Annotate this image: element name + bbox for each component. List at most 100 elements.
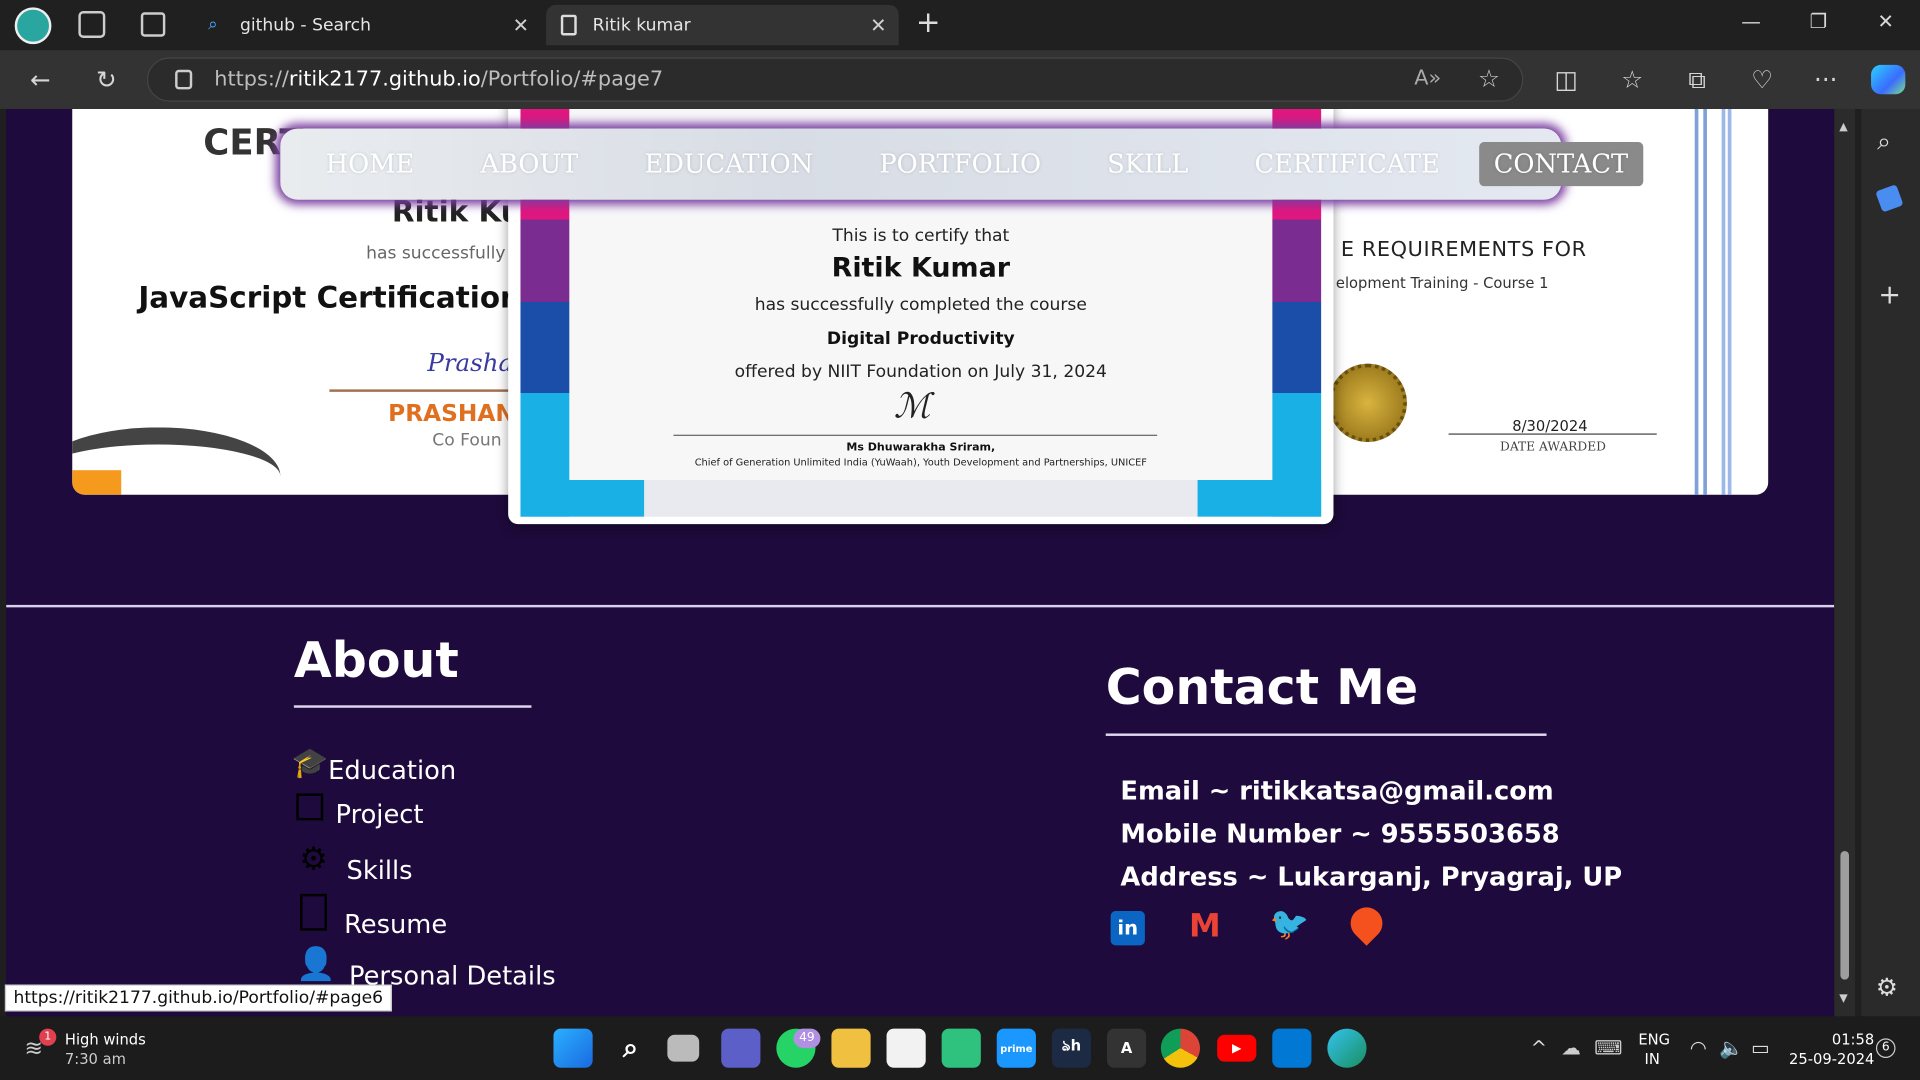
youtube-icon[interactable]: ▶ xyxy=(1217,1034,1257,1062)
copilot-icon[interactable] xyxy=(1871,64,1906,95)
footer-divider xyxy=(6,604,1835,608)
certificate-line: has successfully xyxy=(366,243,506,264)
dh-app-icon[interactable]: ঌh xyxy=(1051,1028,1092,1068)
document-icon xyxy=(300,893,327,931)
page-content: CERT Ritik Ku has successfully JavaScrip… xyxy=(6,108,1835,1017)
chrome-icon[interactable] xyxy=(1160,1028,1201,1068)
profile-icon[interactable] xyxy=(14,7,52,45)
refresh-icon[interactable]: ↻ xyxy=(88,62,125,96)
cert-course-text: elopment Training - Course 1 xyxy=(1335,274,1549,292)
weather-widget[interactable]: ≋ 1 High winds 7:30 am xyxy=(24,1028,171,1071)
page-scrollbar[interactable]: ▲ ▼ xyxy=(1834,108,1856,1017)
cert-recipient-name: Ritik Kumar xyxy=(831,253,1011,285)
tab-ritik-kumar[interactable]: Ritik kumar ✕ xyxy=(546,4,899,46)
nav-contact[interactable]: CONTACT xyxy=(1479,142,1643,187)
close-window-button[interactable]: ✕ xyxy=(1861,10,1910,33)
contact-address[interactable]: Address ~ Lukarganj, Pryagraj, UP xyxy=(1120,862,1622,891)
cert-offered-by: offered by NIIT Foundation on July 31, 2… xyxy=(734,362,1107,383)
about-heading: About xyxy=(293,633,459,690)
ms-store-icon[interactable] xyxy=(886,1028,926,1068)
search-icon[interactable]: ⌕ xyxy=(1877,126,1891,155)
twitter-icon[interactable]: 🐦 xyxy=(1270,907,1310,941)
cert-intro: This is to certify that xyxy=(832,226,1010,247)
onedrive-icon[interactable]: ☁ xyxy=(1561,1036,1581,1059)
nav-certificate[interactable]: CERTIFICATE xyxy=(1240,142,1455,186)
clock-date[interactable]: 25-09-2024 xyxy=(1789,1051,1874,1068)
file-explorer-icon[interactable] xyxy=(831,1028,871,1068)
lang-top[interactable]: ENG xyxy=(1638,1031,1670,1048)
address-bar[interactable]: https://ritik2177.github.io/Portfolio/#p… xyxy=(146,57,1524,102)
collections-icon[interactable]: ⧉ xyxy=(1679,62,1716,96)
signer-name: PRASHAN xyxy=(388,400,515,428)
keyboard-icon[interactable]: ⌨ xyxy=(1594,1036,1622,1059)
wifi-icon[interactable]: ◠ xyxy=(1690,1036,1707,1059)
cert-course-name: Digital Productivity xyxy=(826,329,1015,349)
prime-video-icon[interactable]: prime xyxy=(996,1028,1036,1068)
taskbar-search-icon[interactable]: ⌕ xyxy=(611,1029,650,1068)
browser-essentials-icon[interactable]: ♡ xyxy=(1744,62,1781,96)
clock-time[interactable]: 01:58 xyxy=(1832,1031,1874,1048)
lang-bottom[interactable]: IN xyxy=(1645,1051,1660,1068)
tab-github-search[interactable]: ⌕ github - Search ✕ xyxy=(193,5,541,45)
whatsapp-badge: 49 xyxy=(793,1028,821,1049)
nav-about[interactable]: ABOUT xyxy=(466,142,593,186)
about-link-personal-details[interactable]: 👤 Personal Details xyxy=(296,939,556,991)
scrollbar-thumb[interactable] xyxy=(1840,851,1849,980)
project-chart-icon xyxy=(296,793,324,821)
about-link-education[interactable]: 🎓 Education xyxy=(292,741,457,785)
minimize-button[interactable]: — xyxy=(1727,10,1776,33)
cert-signer-role: Chief of Generation Unlimited India (YuW… xyxy=(694,456,1147,468)
about-link-resume[interactable]: Resume xyxy=(300,885,447,939)
page-icon xyxy=(560,14,577,36)
edge-icon[interactable] xyxy=(1327,1028,1367,1068)
vertical-tabs-icon[interactable] xyxy=(140,12,166,37)
tray-chevron-icon[interactable]: ^ xyxy=(1531,1036,1547,1059)
contact-mobile[interactable]: Mobile Number ~ 9555503658 xyxy=(1120,819,1559,848)
decorative-corner xyxy=(72,470,122,495)
battery-icon[interactable]: ▭ xyxy=(1751,1036,1770,1059)
link-label: Skills xyxy=(346,855,413,886)
app-icon-green[interactable] xyxy=(941,1028,981,1068)
close-tab-icon[interactable]: ✕ xyxy=(870,13,886,36)
read-aloud-icon[interactable]: A» xyxy=(1414,66,1441,90)
contact-heading: Contact Me xyxy=(1105,660,1419,717)
volume-icon[interactable]: 🔈 xyxy=(1719,1036,1743,1059)
close-tab-icon[interactable]: ✕ xyxy=(513,13,529,36)
nav-home[interactable]: HOME xyxy=(311,142,429,186)
about-link-skills[interactable]: ⚙ Skills xyxy=(298,834,413,886)
browser-tab-bar: ⌕ github - Search ✕ Ritik kumar ✕ + — ❐ … xyxy=(0,0,1920,51)
favorite-star-icon[interactable]: ☆ xyxy=(1478,64,1500,93)
teams-icon[interactable] xyxy=(721,1028,761,1068)
date-label: DATE AWARDED xyxy=(1500,440,1606,455)
link-label: Resume xyxy=(344,909,448,940)
cert-bottom-left xyxy=(520,480,645,517)
contact-underline xyxy=(1105,733,1547,736)
split-screen-icon[interactable]: ◫ xyxy=(1548,62,1585,96)
tag-icon[interactable] xyxy=(1875,184,1904,213)
gmail-icon[interactable]: M xyxy=(1189,911,1228,943)
favorites-icon[interactable]: ☆ xyxy=(1614,62,1651,96)
workspaces-icon[interactable] xyxy=(78,11,106,38)
site-navbar: HOME ABOUT EDUCATION PORTFOLIO SKILL CER… xyxy=(280,128,1643,200)
lock-icon[interactable] xyxy=(175,69,193,90)
notification-badge[interactable]: 6 xyxy=(1875,1038,1896,1058)
nav-education[interactable]: EDUCATION xyxy=(630,142,828,186)
more-menu-icon[interactable]: ··· xyxy=(1807,62,1844,96)
vscode-icon[interactable] xyxy=(1272,1028,1312,1068)
contact-email[interactable]: Email ~ ritikkatsa@gmail.com xyxy=(1120,776,1553,805)
nav-skill[interactable]: SKILL xyxy=(1092,142,1203,186)
nav-portfolio[interactable]: PORTFOLIO xyxy=(865,142,1056,186)
url-domain: ritik2177.github.io xyxy=(288,67,481,92)
back-icon[interactable]: ← xyxy=(22,62,59,96)
settings-icon[interactable]: ⚙ xyxy=(1876,972,1898,1001)
about-link-project[interactable]: Project xyxy=(296,785,424,829)
windows-taskbar: ≋ 1 High winds 7:30 am ⌕ 49 prime ঌh A ▶… xyxy=(0,1016,1920,1080)
task-view-icon[interactable] xyxy=(667,1034,700,1062)
restore-button[interactable]: ❐ xyxy=(1794,10,1843,33)
linkedin-icon[interactable]: in xyxy=(1110,911,1145,946)
start-icon[interactable] xyxy=(553,1028,593,1068)
add-icon[interactable]: + xyxy=(1878,280,1901,311)
a-app-icon[interactable]: A xyxy=(1106,1028,1147,1068)
new-tab-button[interactable]: + xyxy=(916,5,941,39)
location-pin-icon[interactable] xyxy=(1344,900,1390,946)
